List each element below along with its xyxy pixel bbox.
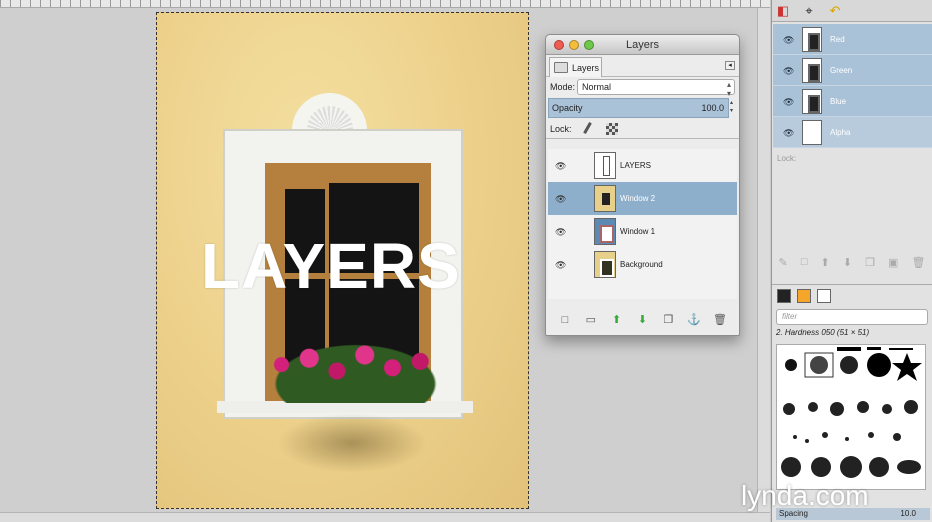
layers-stack-icon [554,62,568,73]
flower-box [263,339,448,403]
lynda-watermark: lynda.com [741,480,869,511]
eye-icon[interactable]: 👁 [555,260,566,271]
opacity-value: 100.0 [701,103,724,113]
channel-row[interactable]: 👁 Blue [773,86,932,117]
flower-shadow [277,413,427,473]
mode-label: Mode: [550,82,576,92]
brush-grid[interactable] [776,344,926,490]
tab-layers-icon[interactable]: ◧ [774,2,792,20]
layer-row[interactable]: 👁 Window 1 [548,215,737,248]
lower-channel-icon[interactable]: ⬇ [843,256,852,274]
layer-thumbnail [594,251,616,278]
duplicate-channel-icon[interactable]: ❐ [865,256,875,274]
new-layer-icon[interactable]: □ [558,313,572,327]
channel-row[interactable]: 👁 Alpha [773,117,932,148]
layer-name: Window 1 [620,227,656,236]
new-layer-group-icon[interactable]: ▭ [584,313,598,327]
layer-name: Window 2 [620,194,656,203]
opacity-row: Opacity 100.0 ▴ ▾ [546,97,739,119]
layers-list[interactable]: 👁 LAYERS 👁 Window 2 👁 Window 1 👁 Backgro… [548,149,737,299]
horizontal-scrollbar[interactable] [0,512,770,522]
eye-icon[interactable]: 👁 [555,161,566,172]
delete-channel-icon[interactable]: 🗑 [912,256,926,274]
right-dock: ◧ ⌖ ↶ 👁 Red 👁 Green 👁 Blue 👁 Alpha Lock:… [771,0,932,522]
eye-icon[interactable]: 👁 [783,66,794,77]
channel-name: Green [830,66,853,75]
eye-icon[interactable]: 👁 [783,128,794,139]
delete-layer-icon[interactable]: 🗑 [713,313,727,327]
gradients-tab-icon[interactable] [817,289,831,303]
eye-icon[interactable]: 👁 [783,97,794,108]
mode-value: Normal [582,82,612,92]
image-canvas[interactable]: LAYERS [156,12,529,509]
channel-name: Red [830,35,845,44]
brush-previews[interactable] [777,345,927,491]
raise-layer-icon[interactable]: ⬆ [610,313,624,327]
channel-name: Blue [830,97,847,106]
mode-select[interactable]: Normal ▴ ▾ [577,79,735,98]
spacing-value: 10.0 [900,509,916,518]
tab-paths-icon[interactable]: ⌖ [800,2,818,20]
layer-thumbnail [594,218,616,245]
layer-row[interactable]: 👁 Background [548,248,737,281]
brushes-tab-icon[interactable] [777,289,791,303]
tab-layers[interactable]: Layers [549,57,602,77]
lock-label: Lock: [550,124,572,134]
channels-list[interactable]: 👁 Red 👁 Green 👁 Blue 👁 Alpha [773,24,932,148]
layers-toolbar: □ ▭ ⬆ ⬇ ❐ ⚓ 🗑 [546,305,739,335]
channel-name: Alpha [830,128,851,137]
opacity-spinner[interactable]: ▴ ▾ [727,99,736,117]
dialog-titlebar[interactable]: Layers [546,35,739,55]
layer-name: LAYERS [620,161,651,170]
dialog-title: Layers [625,39,660,51]
anchor-layer-icon[interactable]: ⚓ [687,313,701,327]
horizontal-ruler [0,0,770,8]
dock-lock-label: Lock: [777,154,797,163]
mode-row: Mode: Normal ▴ ▾ [546,77,739,98]
opacity-label: Opacity [552,103,583,113]
opacity-slider[interactable]: Opacity 100.0 [548,98,729,118]
channel-thumbnail [802,58,822,83]
dialog-tabbar: Layers ◂ [546,55,739,77]
channel-row[interactable]: 👁 Green [773,55,932,86]
tab-undo-icon[interactable]: ↶ [826,2,844,20]
lock-alpha-icon[interactable] [606,123,618,135]
select-arrows-icon: ▴ ▾ [726,80,731,98]
layers-text-layer: LAYERS [201,230,461,302]
layers-dialog[interactable]: Layers Layers ◂ Mode: Normal ▴ ▾ Opacity … [545,34,740,336]
channel-thumbnail [802,120,822,145]
duplicate-layer-icon[interactable]: ❐ [661,313,675,327]
layer-thumbnail [594,185,616,212]
channel-to-selection-icon[interactable]: ▣ [888,256,898,274]
edit-channel-icon[interactable]: ✎ [779,256,788,274]
brushes-header [772,284,932,306]
lower-layer-icon[interactable]: ⬇ [635,313,649,327]
lock-pixels-icon[interactable] [583,122,592,134]
dock-tabbar: ◧ ⌖ ↶ [772,0,932,22]
raise-channel-icon[interactable]: ⬆ [821,256,830,274]
layer-row[interactable]: 👁 LAYERS [548,149,737,182]
layer-name: Background [620,260,663,269]
eye-icon[interactable]: 👁 [783,35,794,46]
brush-filter-input[interactable]: filter [776,309,928,325]
channel-row[interactable]: 👁 Red [773,24,932,55]
brush-name: 2. Hardness 050 (51 × 51) [776,328,870,337]
layer-row-selected[interactable]: 👁 Window 2 [548,182,737,215]
eye-icon[interactable]: 👁 [555,194,566,205]
new-channel-icon[interactable]: □ [801,256,808,274]
patterns-tab-icon[interactable] [797,289,811,303]
tab-menu-button[interactable]: ◂ [725,61,735,70]
lock-row: Lock: [546,119,739,139]
eye-icon[interactable]: 👁 [555,227,566,238]
channels-toolbar: ✎ □ ⬆ ⬇ ❐ ▣ 🗑 [772,256,932,274]
channel-thumbnail [802,89,822,114]
tab-layers-label: Layers [572,63,600,73]
vertical-scrollbar[interactable] [757,8,770,522]
layer-thumbnail [594,152,616,179]
channel-thumbnail [802,27,822,52]
